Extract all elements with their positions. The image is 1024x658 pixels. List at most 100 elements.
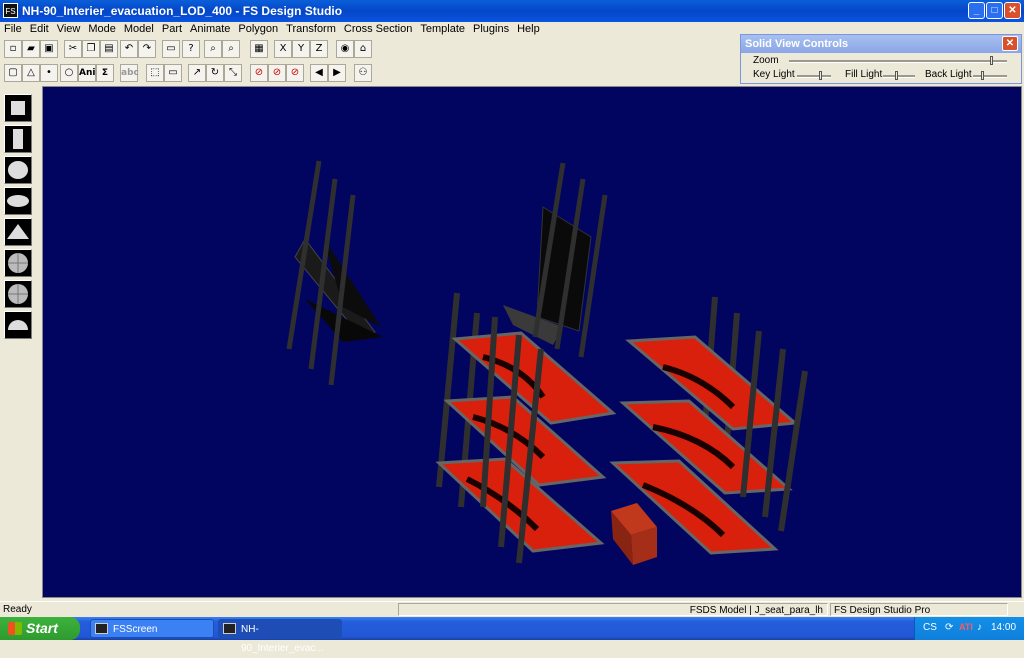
primitive-palette (0, 86, 40, 600)
edit-toolbar: ▢ △ • ○ Ani Σabc ⬚ ▭ ↗ ↻ ⤡ ⊘ ⊘ ⊘ ◀ ▶ ⚇ (0, 62, 740, 84)
solid-view-controls-panel: Solid View Controls ✕ Zoom Key Light Fil… (740, 34, 1022, 84)
key-light-slider[interactable] (797, 71, 831, 80)
fill-light-slider-thumb[interactable] (895, 71, 899, 80)
binoculars-icon[interactable]: ⚇ (354, 64, 372, 82)
animation-icon[interactable]: Ani (78, 64, 96, 82)
cube-icon[interactable] (4, 94, 32, 122)
zoom-label: Zoom (753, 55, 779, 66)
menu-view[interactable]: View (53, 22, 85, 36)
home-view-icon[interactable]: ⌂ (354, 40, 372, 58)
3d-viewport[interactable] (42, 86, 1022, 598)
status-ready: Ready (3, 604, 32, 615)
menu-template[interactable]: Template (416, 22, 469, 36)
cylinder-icon[interactable] (4, 125, 32, 153)
panel-close-button[interactable]: ✕ (1002, 36, 1018, 51)
sphere-icon[interactable] (4, 156, 32, 184)
ellipsoid-icon[interactable] (4, 187, 32, 215)
menu-model[interactable]: Model (120, 22, 158, 36)
grid-icon[interactable]: ▦ (250, 40, 268, 58)
start-button[interactable]: Start (0, 617, 80, 640)
fill-light-slider[interactable] (883, 71, 915, 80)
cargo-box (611, 503, 657, 565)
point-tool-icon[interactable]: • (40, 64, 58, 82)
window-title: NH-90_Interier_evacuation_LOD_400 - FS D… (22, 4, 343, 18)
globe-icon[interactable] (4, 280, 32, 308)
status-app: FS Design Studio Pro (830, 603, 1008, 616)
key-light-slider-thumb[interactable] (818, 71, 822, 80)
task-fsscreen-label: FSScreen (113, 624, 158, 635)
zoom-in-icon[interactable]: ⌕ (204, 40, 222, 58)
seat-frame-left-rear (286, 160, 383, 386)
redo-icon[interactable]: ↷ (138, 40, 156, 58)
save-disk-icon[interactable]: ▣ (40, 40, 58, 58)
menu-transform[interactable]: Transform (282, 22, 340, 36)
back-light-slider[interactable] (973, 71, 1007, 80)
status-bar: Ready FSDS Model | J_seat_para_lh FS Des… (0, 601, 1024, 617)
minimize-button[interactable]: _ (968, 2, 985, 19)
task-fsds[interactable]: NH-90_Interier_evac... (218, 619, 342, 654)
fill-light-label: Fill Light (845, 69, 883, 80)
app-icon[interactable]: FS (3, 3, 18, 18)
copy-icon[interactable]: ❐ (82, 40, 100, 58)
sum-icon[interactable]: Σ (96, 64, 114, 82)
zoom-slider-thumb[interactable] (989, 56, 993, 65)
model-render (286, 160, 808, 565)
menu-file[interactable]: File (0, 22, 26, 36)
solid-view-icon[interactable]: ◉ (336, 40, 354, 58)
fsscreen-icon (95, 623, 108, 634)
zoom-slider[interactable] (789, 56, 1007, 65)
paste-icon[interactable]: ▤ (100, 40, 118, 58)
taskbar: Start FSScreen NH-90_Interier_evac... CS… (0, 617, 1024, 654)
print-icon[interactable]: ▭ (162, 40, 180, 58)
menu-part[interactable]: Part (158, 22, 186, 36)
key-light-label: Key Light (753, 69, 795, 80)
menu-polygon[interactable]: Polygon (234, 22, 282, 36)
title-bar: FS NH-90_Interier_evacuation_LOD_400 - F… (0, 0, 1024, 22)
cone-icon[interactable] (4, 218, 32, 246)
axis-x-icon[interactable]: X (274, 40, 292, 58)
close-button[interactable]: ✕ (1004, 2, 1021, 19)
next-arrow-icon[interactable]: ▶ (328, 64, 346, 82)
menu-plugins[interactable]: Plugins (469, 22, 513, 36)
cut-scissors-icon[interactable]: ✂ (64, 40, 82, 58)
prev-arrow-icon[interactable]: ◀ (310, 64, 328, 82)
triangle-tool-icon[interactable]: △ (22, 64, 40, 82)
ati-icon[interactable]: ATI (959, 622, 973, 632)
select-region-icon[interactable]: ⬚ (146, 64, 164, 82)
rotate-icon[interactable]: ↻ (206, 64, 224, 82)
globe-icon[interactable] (4, 249, 32, 277)
task-fsscreen[interactable]: FSScreen (90, 619, 214, 638)
main-toolbar: ▫ ▰ ▣ ✂ ❐ ▤ ↶ ↷ ▭? ⌕ ⌕ ▦ X Y Z ◉ ⌂ (0, 38, 740, 60)
axis-z-icon[interactable]: Z (310, 40, 328, 58)
menu-edit[interactable]: Edit (26, 22, 53, 36)
no-entry-icon[interactable]: ⊘ (268, 64, 286, 82)
clock[interactable]: 14:00 (991, 622, 1016, 633)
maximize-button[interactable]: □ (986, 2, 1003, 19)
undo-icon[interactable]: ↶ (120, 40, 138, 58)
box-tool-icon[interactable]: ▢ (4, 64, 22, 82)
open-folder-icon[interactable]: ▰ (22, 40, 40, 58)
language-indicator[interactable]: CS (923, 622, 937, 633)
volume-icon[interactable]: ♪ (977, 622, 982, 633)
no-entry-icon[interactable]: ⊘ (286, 64, 304, 82)
axis-y-icon[interactable]: Y (292, 40, 310, 58)
new-file-icon[interactable]: ▫ (4, 40, 22, 58)
ruler-icon[interactable]: ▭ (164, 64, 182, 82)
menu-animate[interactable]: Animate (186, 22, 234, 36)
move-arrow-icon[interactable]: ↗ (188, 64, 206, 82)
no-entry-icon[interactable]: ⊘ (250, 64, 268, 82)
scale-icon[interactable]: ⤡ (224, 64, 242, 82)
system-tray: CS ⟳ ATI ♪ 14:00 (914, 617, 1024, 640)
zoom-out-icon[interactable]: ⌕ (222, 40, 240, 58)
task-fsds-label: NH-90_Interier_evac... (241, 624, 324, 654)
dome-icon[interactable] (4, 311, 32, 339)
network-icon[interactable]: ⟳ (945, 622, 953, 633)
back-light-slider-thumb[interactable] (981, 71, 985, 80)
abc-icon[interactable]: abc (120, 64, 139, 82)
panel-title-bar[interactable]: Solid View Controls ✕ (741, 35, 1021, 53)
circle-tool-icon[interactable]: ○ (60, 64, 78, 82)
menu-cross-section[interactable]: Cross Section (340, 22, 416, 36)
menu-help[interactable]: Help (513, 22, 544, 36)
menu-mode[interactable]: Mode (84, 22, 120, 36)
help-icon[interactable]: ? (182, 40, 200, 58)
